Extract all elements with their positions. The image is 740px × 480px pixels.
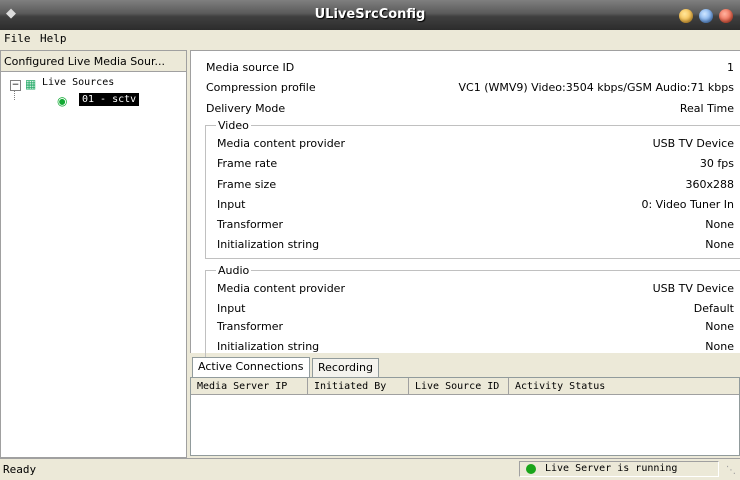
prop-value: Real Time [679,102,734,115]
prop-label: Input [217,302,246,315]
audio-row-init: Initialization string None [191,338,739,356]
resize-grip-icon[interactable]: ⋱ [726,465,738,477]
minimize-button[interactable] [679,9,693,23]
camera-icon: ◉ [57,94,68,108]
prop-label: Compression profile [206,81,316,94]
connections-table[interactable]: Media Server IP Initiated By Live Source… [190,377,740,456]
column-header-live-source-id[interactable]: Live Source ID [409,378,509,395]
status-ok-icon [526,464,536,474]
video-row-frame-size: Frame size 360x288 [191,176,739,194]
prop-label: Media content provider [217,282,345,295]
live-sources-tree[interactable]: Configured Live Media Sour... − ▦ Live S… [0,50,187,458]
video-row-transformer: Transformer None [191,216,739,234]
prop-value: 360x288 [685,178,734,191]
prop-value: Default [693,302,734,315]
tree-header[interactable]: Configured Live Media Sour... [1,51,186,72]
prop-label: Input [217,198,246,211]
prop-value: USB TV Device [652,282,734,295]
prop-value: None [705,238,734,251]
server-status-panel: Live Server is running [519,461,719,477]
video-group-title: Video [216,119,251,132]
window-title: ULiveSrcConfig [314,7,426,22]
tree-connector [14,90,15,100]
audio-group-title: Audio [216,264,252,277]
tab-recording[interactable]: Recording [312,358,380,377]
prop-value: 30 fps [699,157,734,170]
column-header-initiated-by[interactable]: Initiated By [308,378,409,395]
video-row-frame-rate: Frame rate 30 fps [191,155,739,173]
audio-row-provider: Media content provider USB TV Device [191,280,739,298]
tab-active-connections[interactable]: Active Connections [192,357,310,377]
prop-label: Initialization string [217,238,320,251]
prop-label: Media content provider [217,137,345,150]
prop-value: None [705,320,734,333]
video-row-init: Initialization string None [191,236,739,254]
prop-label: Frame rate [217,157,278,170]
column-header-media-server-ip[interactable]: Media Server IP [191,378,308,395]
maximize-button[interactable] [699,9,713,23]
prop-label: Transformer [217,218,284,231]
prop-label: Delivery Mode [206,102,286,115]
prop-label: Initialization string [217,340,320,353]
video-row-input: Input 0: Video Tuner In [191,196,739,214]
status-text: Ready [3,463,37,476]
audio-row-transformer: Transformer None [191,318,739,336]
tree-collapse-icon[interactable]: − [10,80,21,91]
menu-bar: File Help [0,30,740,47]
tree-item-source[interactable]: 01 - sctv [79,93,140,106]
properties-panel: Media source ID 1 Compression profile VC… [190,50,740,362]
prop-value: None [705,340,734,353]
app-window: ◆ ULiveSrcConfig File Help Configured Li… [0,0,740,480]
prop-value: VC1 (WMV9) Video:3504 kbps/GSM Audio:71 … [458,81,734,94]
tree-item-live-sources[interactable]: Live Sources [42,77,114,88]
prop-label: Transformer [217,320,284,333]
title-bar[interactable]: ◆ ULiveSrcConfig [0,0,740,30]
server-status-text: Live Server is running [545,463,678,474]
video-row-provider: Media content provider USB TV Device [191,135,739,153]
column-header-activity-status[interactable]: Activity Status [509,378,739,395]
close-button[interactable] [719,9,733,23]
menu-file[interactable]: File [4,32,31,45]
prop-value: None [705,218,734,231]
menu-help[interactable]: Help [40,32,67,45]
prop-value: USB TV Device [652,137,734,150]
live-sources-icon: ▦ [25,77,37,91]
audio-row-input: Input Default [191,300,739,318]
prop-label: Frame size [217,178,277,191]
prop-row-delivery: Delivery Mode Real Time [191,100,739,118]
tab-strip: Active Connections Recording [190,357,740,377]
prop-label: Media source ID [206,61,295,74]
prop-value: 0: Video Tuner In [641,198,734,211]
prop-value: 1 [727,61,734,74]
status-bar: Ready Live Server is running ⋱ [0,458,740,480]
prop-row-source-id: Media source ID 1 [191,59,739,77]
prop-row-compression: Compression profile VC1 (WMV9) Video:350… [191,79,739,97]
